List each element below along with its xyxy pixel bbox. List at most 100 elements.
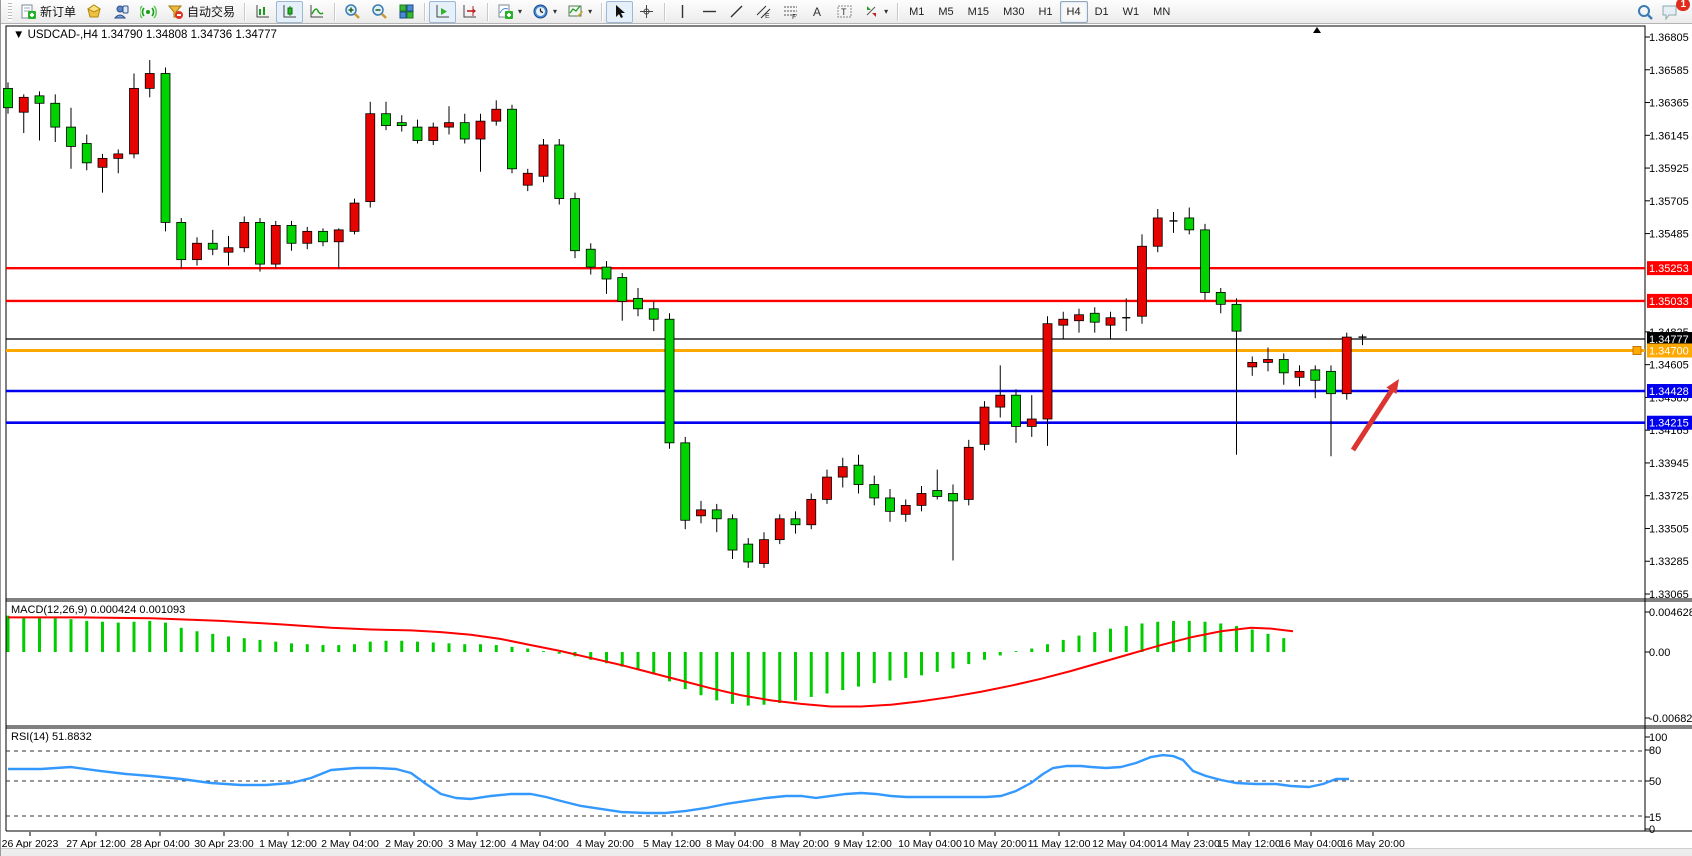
svg-text:50: 50 <box>1649 776 1661 788</box>
svg-text:1.36585: 1.36585 <box>1649 65 1689 77</box>
auto-trading-icon <box>167 3 184 20</box>
toolbar-right-group: 1 <box>1636 3 1692 20</box>
main-toolbar: 新订单 自动交易 <box>1 0 1692 24</box>
timeframe-button-h1[interactable]: H1 <box>1031 1 1059 23</box>
chart-shift-button[interactable] <box>456 1 483 23</box>
trendline-icon <box>728 3 745 20</box>
svg-text:E: E <box>765 13 770 20</box>
svg-text:80: 80 <box>1649 745 1661 757</box>
timeframe-button-m5[interactable]: M5 <box>931 1 960 23</box>
crosshair-icon <box>638 3 655 20</box>
svg-text:1.35705: 1.35705 <box>1649 196 1689 208</box>
timeframe-button-h4[interactable]: H4 <box>1060 1 1088 23</box>
vertical-line-icon <box>674 3 691 20</box>
periods-button[interactable]: ▾ <box>527 1 562 23</box>
svg-text:100: 100 <box>1649 732 1667 744</box>
tile-windows-icon <box>398 3 415 20</box>
svg-text:1.33285: 1.33285 <box>1649 556 1689 568</box>
svg-text:1.36805: 1.36805 <box>1649 32 1689 44</box>
zoom-in-icon <box>344 3 361 20</box>
timeframe-button-w1[interactable]: W1 <box>1116 1 1147 23</box>
svg-text:1.34428: 1.34428 <box>1649 386 1689 398</box>
signal-button[interactable] <box>135 1 162 23</box>
profile-button[interactable] <box>108 1 135 23</box>
templates-button[interactable]: ▾ <box>562 1 597 23</box>
svg-text:1.35033: 1.35033 <box>1649 296 1689 308</box>
toolbar-grip[interactable] <box>8 3 12 21</box>
timeframe-group: M1M5M15M30H1H4D1W1MN <box>902 1 1177 23</box>
horizontal-line-icon <box>701 3 718 20</box>
candlestick-icon <box>281 3 298 20</box>
svg-text:RSI(14) 51.8832: RSI(14) 51.8832 <box>11 731 92 743</box>
toolbar-separator <box>664 3 665 21</box>
trendline-tool-button[interactable] <box>723 1 750 23</box>
svg-text:1.36365: 1.36365 <box>1649 98 1689 110</box>
notifications-button[interactable]: 1 <box>1661 3 1683 20</box>
text-label-icon: T <box>836 3 853 20</box>
svg-text:▼ USDCAD-,H4 1.34790 1.34808: ▼ USDCAD-,H4 1.34790 1.34808 1.34736 1.3… <box>13 29 277 41</box>
timeframe-button-d1[interactable]: D1 <box>1088 1 1116 23</box>
svg-text:-0.006825: -0.006825 <box>1649 713 1692 725</box>
svg-text:1.35485: 1.35485 <box>1649 229 1689 241</box>
svg-text:1.35925: 1.35925 <box>1649 163 1689 175</box>
auto-trading-button[interactable]: 自动交易 <box>162 1 240 23</box>
timeframe-button-m30[interactable]: M30 <box>996 1 1031 23</box>
channel-tool-button[interactable]: E <box>750 1 777 23</box>
indicators-button[interactable]: ▾ <box>492 1 527 23</box>
tile-windows-button[interactable] <box>393 1 420 23</box>
svg-text:F: F <box>792 14 796 20</box>
new-order-button[interactable]: 新订单 <box>15 1 81 23</box>
toolbar-separator <box>487 3 488 21</box>
toolbar-separator <box>334 3 335 21</box>
svg-text:1.34215: 1.34215 <box>1649 418 1689 430</box>
templates-caret: ▾ <box>588 7 592 16</box>
zoom-in-button[interactable] <box>339 1 366 23</box>
timeframe-button-mn[interactable]: MN <box>1146 1 1177 23</box>
svg-text:1.33065: 1.33065 <box>1649 589 1689 601</box>
bar-chart-type-button[interactable] <box>249 1 276 23</box>
arrows-caret: ▾ <box>884 7 888 16</box>
indicators-caret: ▾ <box>518 7 522 16</box>
new-order-icon <box>20 3 37 20</box>
toolbar-separator <box>897 3 898 21</box>
svg-text:1.33945: 1.33945 <box>1649 458 1689 470</box>
vertical-line-tool-button[interactable] <box>669 1 696 23</box>
status-bar <box>1 848 1692 856</box>
timeframe-button-m15[interactable]: M15 <box>961 1 996 23</box>
zoom-out-icon <box>371 3 388 20</box>
text-label-tool-button[interactable]: T <box>831 1 858 23</box>
notification-badge: 1 <box>1676 0 1690 11</box>
toolbar-separator <box>244 3 245 21</box>
bar-chart-icon <box>254 3 271 20</box>
periods-clock-icon <box>532 3 549 20</box>
svg-text:15: 15 <box>1649 812 1661 824</box>
timeframe-button-m1[interactable]: M1 <box>902 1 931 23</box>
new-order-label: 新订单 <box>40 3 76 20</box>
svg-text:1.33725: 1.33725 <box>1649 491 1689 503</box>
svg-text:1.36145: 1.36145 <box>1649 130 1689 142</box>
auto-trading-label: 自动交易 <box>187 3 235 20</box>
auto-scroll-button[interactable] <box>429 1 456 23</box>
text-tool-button[interactable]: A <box>804 1 831 23</box>
crosshair-tool-button[interactable] <box>633 1 660 23</box>
svg-text:A: A <box>813 5 821 19</box>
line-chart-type-button[interactable] <box>303 1 330 23</box>
toolbar-separator <box>424 3 425 21</box>
svg-text:1.33505: 1.33505 <box>1649 523 1689 535</box>
cursor-tool-button[interactable] <box>606 1 633 23</box>
market-watch-button[interactable] <box>81 1 108 23</box>
chart-window[interactable]: 1.36805 1.36585 1.36365 1.36145 1.35925 1.357… <box>1 24 1692 856</box>
svg-text:1.35253: 1.35253 <box>1649 263 1689 275</box>
cursor-icon <box>611 3 628 20</box>
terminal-window: 新订单 自动交易 <box>0 0 1692 856</box>
fibonacci-tool-button[interactable]: F <box>777 1 804 23</box>
svg-text:1.34700: 1.34700 <box>1649 345 1689 357</box>
search-icon[interactable] <box>1636 3 1653 20</box>
arrows-tool-button[interactable]: ▾ <box>858 1 893 23</box>
zoom-out-button[interactable] <box>366 1 393 23</box>
chart-canvas[interactable]: 1.36805 1.36585 1.36365 1.36145 1.35925 1.357… <box>1 24 1692 856</box>
candlestick-chart-type-button[interactable] <box>276 1 303 23</box>
arrows-icon <box>863 3 880 20</box>
chart-shift-icon <box>461 3 478 20</box>
horizontal-line-tool-button[interactable] <box>696 1 723 23</box>
